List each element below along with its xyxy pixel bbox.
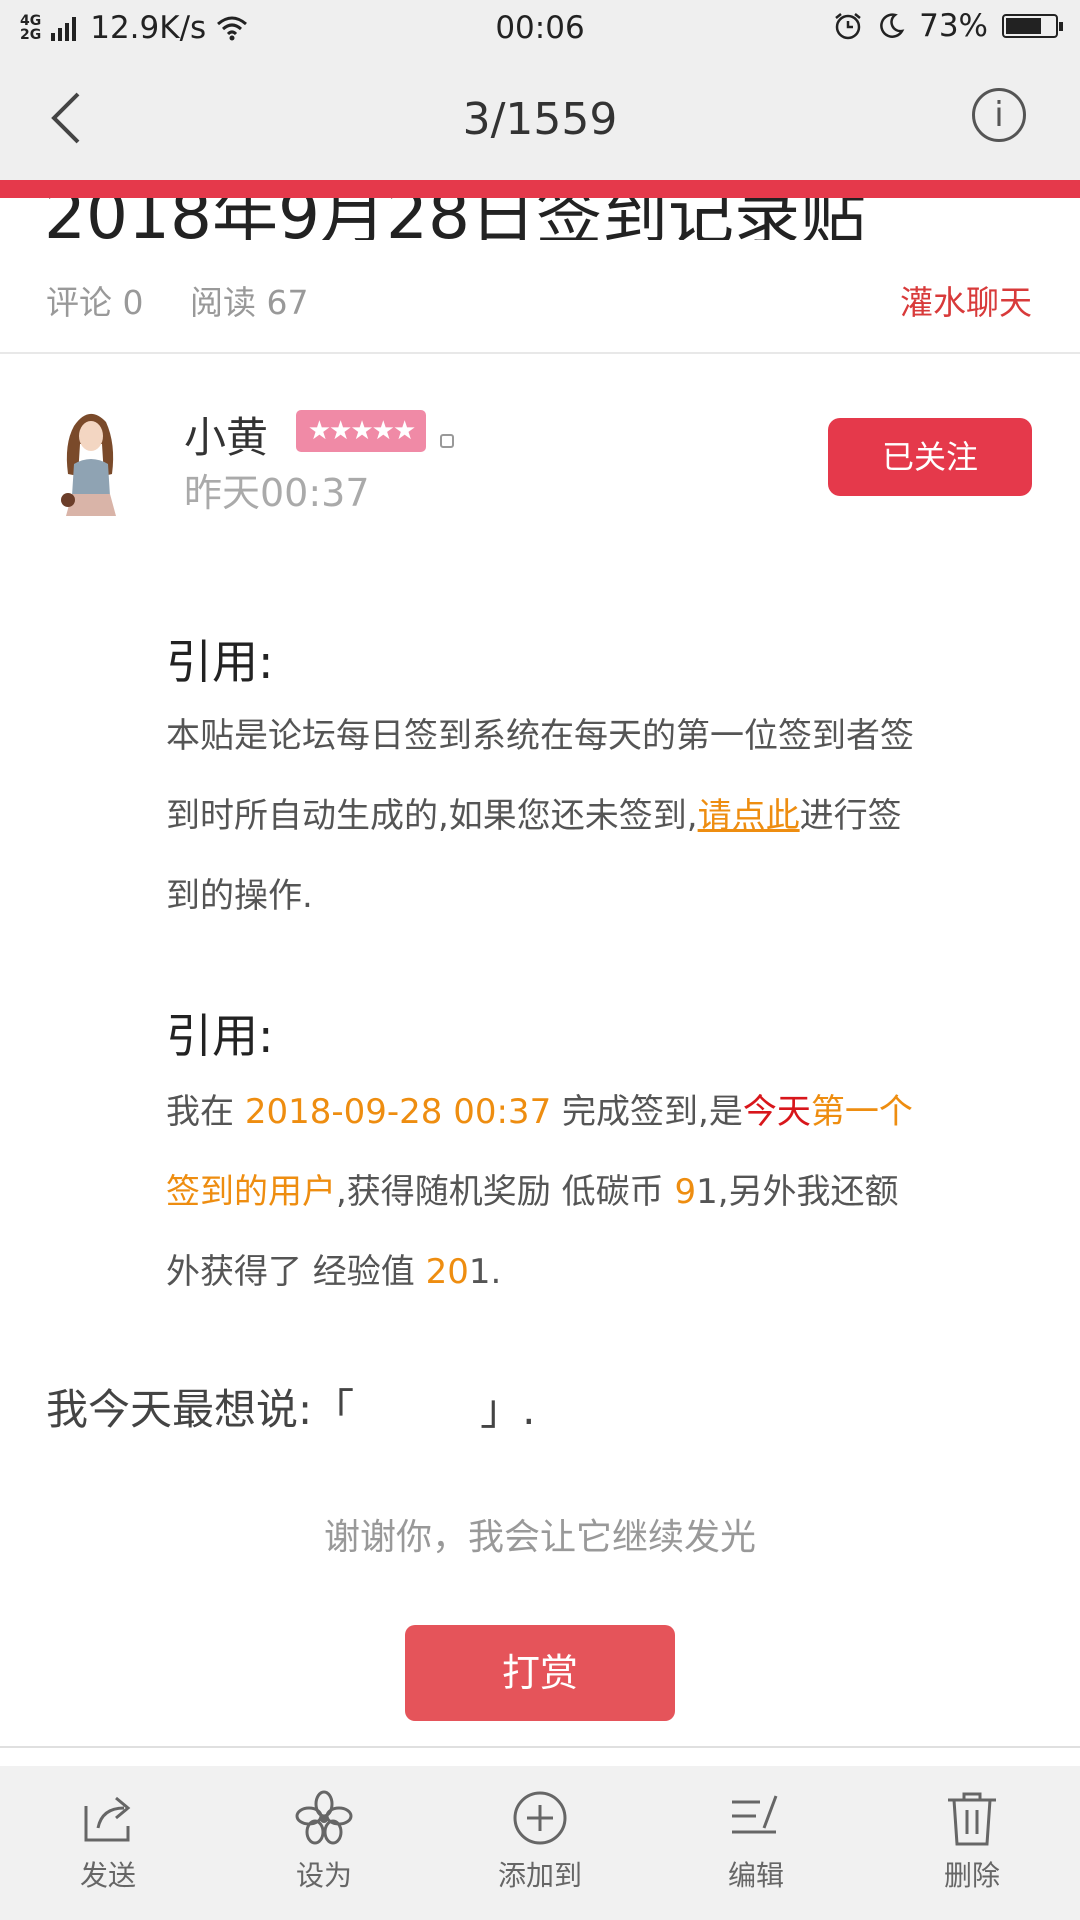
avatar[interactable] bbox=[44, 404, 134, 522]
edit-icon bbox=[732, 1795, 778, 1834]
quote-text: 我在 2018-09-28 00:37 完成签到,是今天第一个签到的用户,获得随… bbox=[166, 1092, 913, 1292]
quote-text: 本贴是论坛每日签到系统在每天的第一位签到者签到时所自动生成的,如果您还未签到,请… bbox=[166, 716, 914, 916]
trash-icon bbox=[948, 1792, 996, 1846]
reward-message: 谢谢你，我会让它继续发光 bbox=[323, 1517, 756, 1558]
divider bbox=[0, 1746, 1080, 1748]
reward-button[interactable]: 打赏 bbox=[405, 1625, 675, 1721]
accent-bar bbox=[0, 180, 1080, 198]
send-button[interactable]: 发送 bbox=[38, 1790, 178, 1894]
quote-label: 引用: bbox=[166, 635, 274, 689]
do-not-disturb-icon bbox=[880, 13, 905, 38]
author-name[interactable]: 小黄 bbox=[184, 404, 268, 465]
bottom-toolbar: 发送 设为 添加到 编辑 删除 bbox=[0, 1766, 1080, 1920]
post-time: 昨天00:37 bbox=[184, 471, 370, 515]
read-count: 阅读 67 bbox=[190, 283, 309, 322]
divider bbox=[0, 352, 1080, 354]
share-icon bbox=[84, 1796, 131, 1842]
add-circle-icon bbox=[513, 1791, 567, 1845]
article-title-area: 2018年9月28日签到记录贴 bbox=[0, 198, 1080, 240]
battery-icon bbox=[1002, 14, 1063, 38]
say-line: 我今天最想说:「 」. bbox=[46, 1385, 536, 1434]
add-to-button[interactable]: 添加到 bbox=[470, 1790, 610, 1894]
delete-button[interactable]: 删除 bbox=[902, 1790, 1042, 1894]
checkin-link[interactable]: 请点此 bbox=[698, 796, 800, 836]
info-button[interactable]: i bbox=[972, 88, 1026, 142]
status-bar: 4G 2G 12.9K/s 00:06 73% bbox=[0, 0, 1080, 58]
checkin-datetime: 2018-09-28 00:37 bbox=[244, 1092, 552, 1132]
avatar-image bbox=[61, 413, 116, 516]
top-navigation-bar: 3/1559 i bbox=[0, 58, 1080, 180]
set-as-button[interactable]: 设为 bbox=[254, 1790, 394, 1894]
edit-button[interactable]: 编辑 bbox=[686, 1790, 826, 1894]
article-meta: 评论 0 阅读 67 bbox=[46, 276, 344, 324]
info-icon: i bbox=[994, 95, 1004, 135]
page-counter: 3/1559 bbox=[462, 94, 618, 145]
article-title: 2018年9月28日签到记录贴 bbox=[44, 198, 866, 240]
category-link[interactable]: 灌水聊天 bbox=[900, 276, 1032, 324]
status-dot bbox=[440, 434, 454, 448]
comment-count: 评论 0 bbox=[46, 283, 144, 322]
flower-icon bbox=[295, 1790, 353, 1845]
battery-percent: 73% bbox=[919, 8, 988, 44]
quote-label: 引用: bbox=[166, 1009, 274, 1063]
follow-button[interactable]: 已关注 bbox=[828, 418, 1032, 496]
alarm-icon bbox=[835, 13, 861, 40]
rank-badge: ★★★★★ bbox=[296, 410, 426, 452]
